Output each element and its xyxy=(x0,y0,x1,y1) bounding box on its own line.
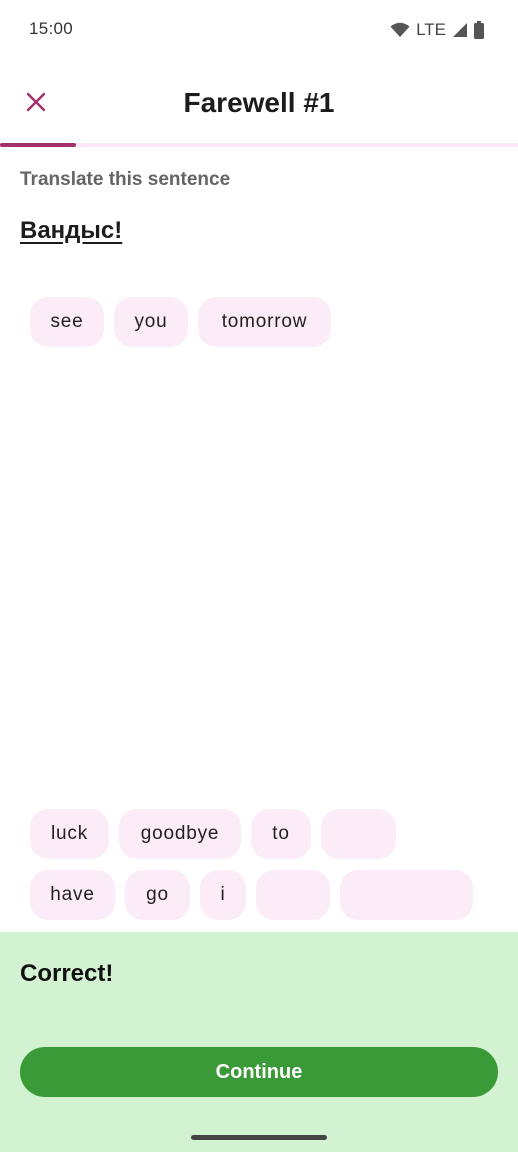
feedback-message: Correct! xyxy=(20,960,114,987)
status-bar: 15:00 LTE xyxy=(0,0,518,60)
word-bank-empty-slot xyxy=(340,870,473,920)
answer-chip[interactable]: you xyxy=(114,297,188,347)
status-icons: LTE xyxy=(390,19,484,41)
word-bank-chip[interactable]: go xyxy=(125,870,190,920)
gesture-nav-handle[interactable] xyxy=(191,1135,327,1140)
answer-chip[interactable]: see xyxy=(30,297,104,347)
feedback-sheet: Correct! Continue xyxy=(0,932,518,1152)
wifi-icon xyxy=(390,22,410,37)
answer-chip[interactable]: tomorrow xyxy=(198,297,331,347)
word-bank-chip[interactable]: goodbye xyxy=(119,809,241,859)
signal-icon xyxy=(453,23,467,37)
word-bank-empty-slot xyxy=(321,809,396,859)
word-bank-chip[interactable]: to xyxy=(251,809,311,859)
battery-icon xyxy=(474,21,484,39)
instruction-text: Translate this sentence xyxy=(20,169,231,190)
word-bank-chip[interactable]: have xyxy=(30,870,115,920)
lesson-progress-fill xyxy=(0,143,77,147)
status-time: 15:00 xyxy=(29,19,74,38)
prompt-sentence[interactable]: Вандыс! xyxy=(20,217,122,245)
continue-button[interactable]: Continue xyxy=(20,1047,498,1097)
word-bank-empty-slot xyxy=(256,870,330,920)
word-bank-chip[interactable]: i xyxy=(200,870,246,920)
word-bank-chip[interactable]: luck xyxy=(30,809,109,859)
top-app-bar: Farewell #1 xyxy=(0,70,518,140)
network-type: LTE xyxy=(416,20,446,39)
page-title: Farewell #1 xyxy=(183,87,335,118)
lesson-progress-bar xyxy=(0,143,518,147)
